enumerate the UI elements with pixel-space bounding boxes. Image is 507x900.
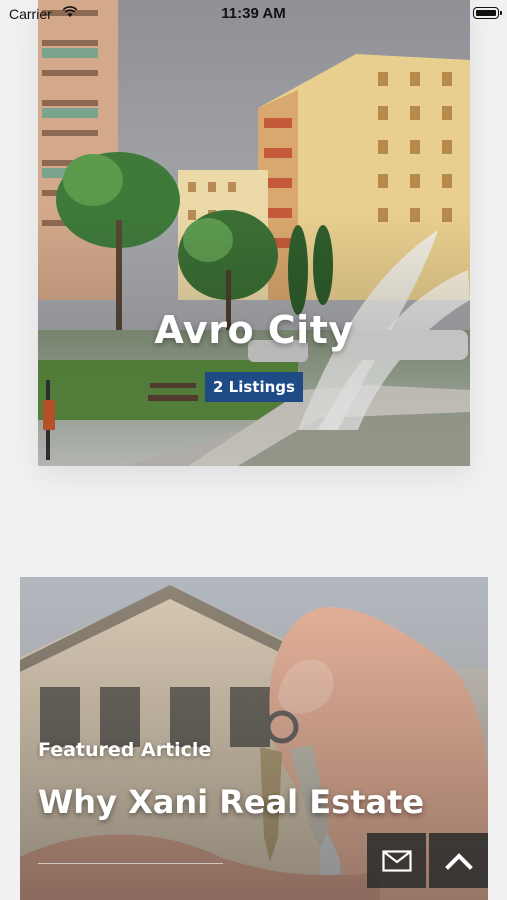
scroll-to-top-button[interactable] — [429, 833, 488, 888]
divider — [38, 863, 223, 864]
chevron-up-icon — [444, 852, 473, 870]
status-bar: Carrier 11:39 AM — [0, 0, 507, 28]
mail-button[interactable] — [367, 833, 426, 888]
clock: 11:39 AM — [221, 5, 286, 22]
battery-icon — [473, 7, 502, 19]
listings-badge[interactable]: 2 Listings — [205, 372, 303, 402]
featured-article-title[interactable]: Why Xani Real Estate — [38, 783, 424, 821]
city-card[interactable]: Avro City 2 Listings — [38, 0, 470, 466]
city-title: Avro City — [154, 308, 354, 352]
featured-article-label: Featured Article — [38, 739, 212, 761]
mail-icon — [381, 849, 412, 872]
